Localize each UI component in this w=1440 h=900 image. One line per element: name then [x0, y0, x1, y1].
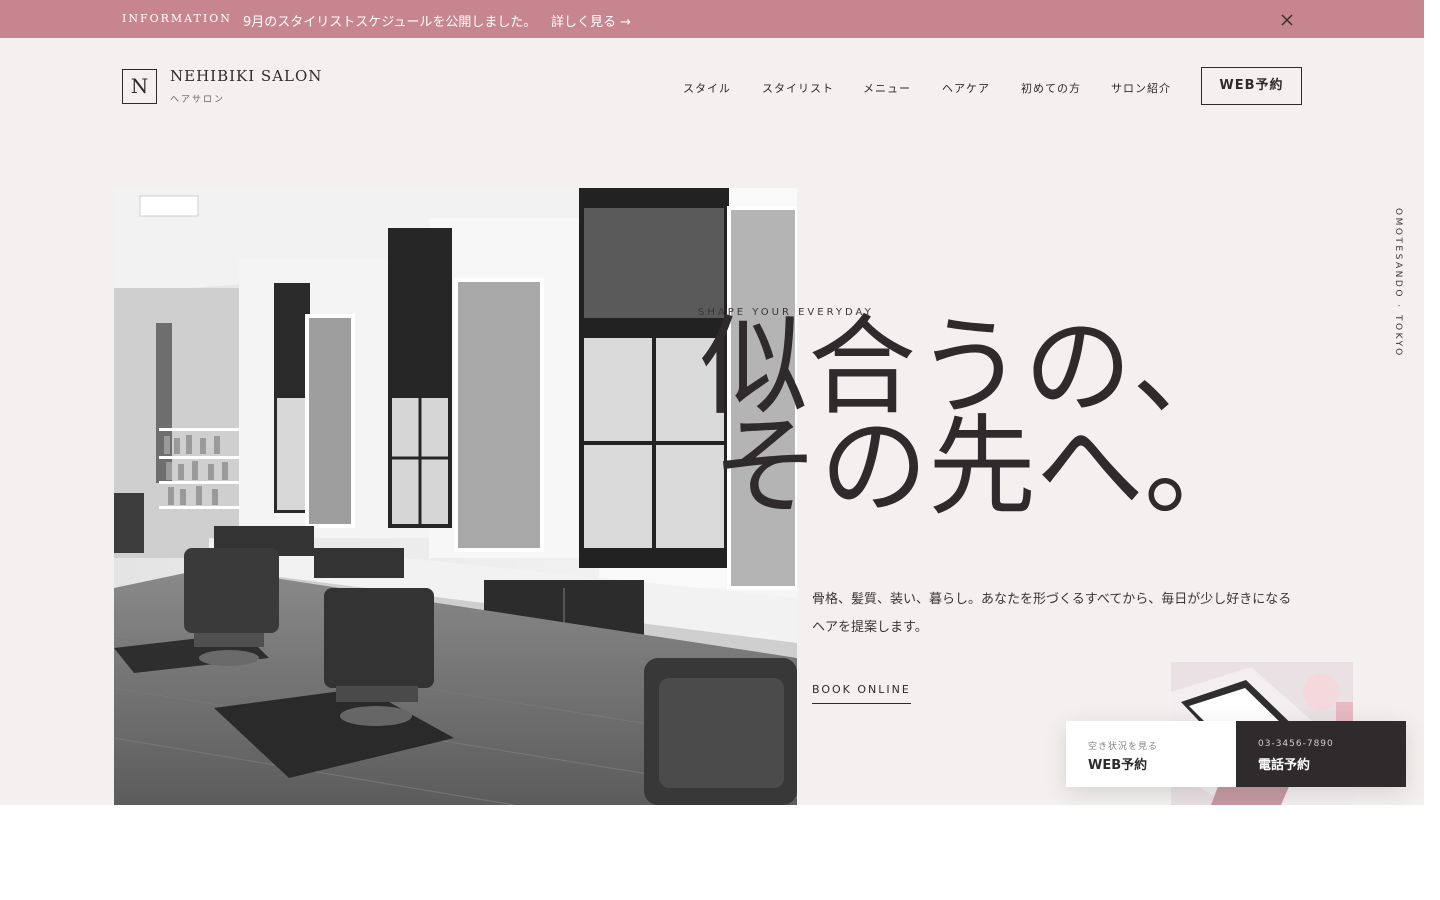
cta-web-small: 空き状況を見る — [1088, 742, 1159, 752]
brand-name[interactable]: NEHIBIKI SALON — [170, 67, 322, 85]
hero-salon-photo — [114, 188, 797, 805]
floating-reserve-panel: 空き状況を見る WEB予約 03-3456-7890 電話予約 — [1066, 721, 1406, 787]
location-vertical-text: OMOTESANDO · TOKYO — [1393, 208, 1403, 358]
nav-first-visit[interactable]: 初めての方 — [1021, 80, 1081, 96]
web-reserve-button[interactable]: WEB予約 — [1201, 67, 1302, 105]
info-more-link[interactable]: 詳しく見る → — [551, 11, 631, 30]
hero-headline: 似合うの、 その先へ。 — [700, 305, 1253, 530]
cta-phone-label: 電話予約 — [1258, 758, 1311, 773]
nav-menu[interactable]: メニュー — [863, 80, 911, 96]
hero-headline-line2: その先へ。 — [712, 405, 1253, 530]
page: INFORMATION 9月のスタイリストスケジュールを公開しました。 詳しく見… — [0, 0, 1424, 805]
brand-subtitle: ヘアサロン — [170, 95, 226, 105]
info-message: 9月のスタイリストスケジュールを公開しました。 — [243, 15, 537, 30]
cta-web-reserve[interactable]: 空き状況を見る WEB予約 — [1066, 721, 1236, 787]
nav-style[interactable]: スタイル — [683, 80, 731, 96]
logo-mark[interactable]: N — [122, 69, 157, 104]
hero-headline-line1: 似合うの、 — [700, 305, 1241, 430]
nav-salon-info[interactable]: サロン紹介 — [1111, 80, 1171, 96]
cta-phone-number: 03-3456-7890 — [1258, 739, 1334, 749]
nav-haircare[interactable]: ヘアケア — [942, 80, 990, 96]
info-bar: INFORMATION 9月のスタイリストスケジュールを公開しました。 詳しく見… — [0, 0, 1424, 38]
book-online-link[interactable]: BOOK ONLINE — [812, 683, 911, 704]
hero-lead-text: 骨格、髪質、装い、暮らし。あなたを形づくるすべてから、毎日が少し好きになるヘアを… — [812, 592, 1292, 635]
cta-web-label: WEB予約 — [1088, 758, 1148, 773]
cta-phone-reserve[interactable]: 03-3456-7890 電話予約 — [1236, 721, 1406, 787]
info-label: INFORMATION — [122, 12, 232, 25]
nav-stylist[interactable]: スタイリスト — [762, 80, 834, 96]
close-icon[interactable] — [1277, 10, 1297, 30]
scrollbar-track[interactable] — [1424, 0, 1440, 900]
